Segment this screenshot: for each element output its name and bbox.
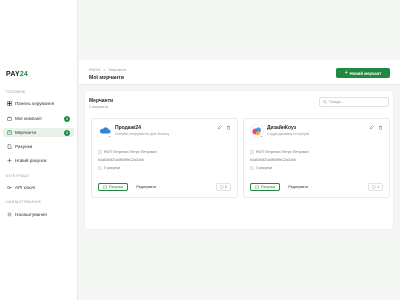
- count-badge: 1: [64, 115, 70, 122]
- edit-pencil-icon[interactable]: [369, 125, 374, 130]
- sidebar-item-new-invoice[interactable]: Новий рахунок: [3, 156, 74, 165]
- sidebar-item-api-keys[interactable]: API ключі: [3, 183, 74, 192]
- panel-subtitle: 2 мерчанти: [89, 105, 108, 109]
- card-actions: [369, 125, 383, 130]
- invoice-count[interactable]: 1: [367, 183, 383, 191]
- sidebar-item-dashboard[interactable]: Панель керування: [3, 99, 74, 108]
- sidebar-item-invoices[interactable]: Рахунки: [3, 142, 74, 151]
- breadcrumb-item-current: Мерчанти: [108, 68, 127, 72]
- plus-icon: [6, 158, 12, 164]
- merchant-owner: ФОП Петренко Петро Петрович: [250, 150, 309, 154]
- invoice-count-value: 0: [225, 185, 227, 189]
- sidebar-item-label: Рахунки: [15, 144, 33, 149]
- building-icon: [250, 150, 254, 154]
- section-title-integrations: ІНТЕГРАЦІЇ: [6, 174, 30, 178]
- document-icon: [220, 185, 223, 189]
- sidebar-item-companies[interactable]: Мої компанії 1: [3, 114, 74, 123]
- sidebar-item-label: Мерчанти: [15, 130, 37, 135]
- merchant-description: Студія дизайну інтер'єрів: [267, 132, 309, 136]
- breadcrumb-item-home[interactable]: PAY24: [89, 68, 100, 72]
- dashboard-icon: [6, 101, 12, 107]
- edit-pencil-icon[interactable]: [217, 125, 222, 130]
- invoice-count-value: 1: [377, 185, 379, 189]
- edit-button[interactable]: Редагувати: [134, 183, 158, 191]
- new-merchant-button[interactable]: + Новий мерчант: [336, 68, 390, 78]
- accounts-button[interactable]: Рахунки: [98, 183, 129, 191]
- merchant-id-text: 64a63b821d4f83f9b12a3c6b: [250, 158, 296, 162]
- breadcrumb-separator: >: [103, 68, 106, 72]
- merchant-id-text: 64a63b821d4f83f9b12a3c6b: [98, 158, 144, 162]
- plus-icon: +: [344, 69, 348, 76]
- merchant-accounts: 3 рахунки: [250, 166, 272, 170]
- merchant-owner-text: ФОП Петренко Петро Петрович: [103, 150, 157, 154]
- sidebar: PAY24 ГОЛОВНЕ Панель керування Мої компа…: [0, 0, 78, 300]
- merchant-owner-text: ФОП Петренко Петро Петрович: [255, 150, 309, 154]
- sidebar-item-label: Мої компанії: [15, 116, 42, 121]
- accounts-button[interactable]: Рахунки: [250, 183, 281, 191]
- merchant-id: 64a63b821d4f83f9b12a3c6b: [250, 158, 296, 162]
- count-badge: 2: [64, 129, 70, 136]
- merchant-description: Онлайн-інструменти для бізнесу: [115, 132, 170, 136]
- file-icon: [250, 166, 254, 170]
- breadcrumb: PAY24 > Мерчанти: [89, 68, 128, 72]
- search-placeholder: Пошук...: [329, 100, 344, 104]
- status-online-dot: [260, 135, 263, 138]
- search-input[interactable]: Пошук...: [319, 97, 389, 107]
- accounts-button-label: Рахунки: [261, 185, 276, 189]
- edit-button[interactable]: Редагувати: [286, 183, 310, 191]
- store-icon: [6, 130, 12, 136]
- wallet-icon: [255, 185, 259, 189]
- file-icon: [6, 144, 12, 150]
- wallet-icon: [103, 185, 107, 189]
- sidebar-item-settings[interactable]: Налаштування: [3, 210, 74, 219]
- page-title: Мої мерчанти: [89, 75, 124, 81]
- accounts-button-label: Рахунки: [109, 185, 124, 189]
- card-buttons: Рахунки Редагувати: [250, 183, 310, 191]
- new-merchant-button-label: Новий мерчант: [349, 70, 382, 76]
- merchant-accounts-text: 3 рахунки: [255, 166, 272, 170]
- status-online-dot: [108, 135, 111, 138]
- section-title-settings: НАЛАШТУВАННЯ: [6, 200, 41, 204]
- file-icon: [98, 166, 102, 170]
- sidebar-item-label: Панель керування: [15, 101, 55, 106]
- merchant-accounts: 0 рахунки: [98, 166, 120, 170]
- invoice-count[interactable]: 0: [215, 183, 231, 191]
- page-header: PAY24 > Мерчанти Мої мерчанти + Новий ме…: [79, 60, 400, 85]
- brand-logo-suffix: 24: [19, 71, 29, 78]
- sidebar-item-label: Налаштування: [15, 212, 47, 217]
- gear-icon: [6, 212, 12, 218]
- building-icon: [98, 150, 102, 154]
- merchants-panel: Мерчанти 2 мерчанти Пошук... Продажі24 О…: [84, 90, 394, 230]
- sidebar-item-merchants[interactable]: Мерчанти 2: [3, 128, 74, 137]
- briefcase-icon: [6, 116, 12, 122]
- merchant-card: Продажі24 Онлайн-інструменти для бізнесу…: [91, 118, 238, 198]
- merchant-owner: ФОП Петренко Петро Петрович: [98, 150, 157, 154]
- card-actions: [217, 125, 231, 130]
- sidebar-item-label: Новий рахунок: [15, 158, 47, 163]
- search-icon: [323, 100, 327, 104]
- trash-icon[interactable]: [226, 125, 231, 130]
- merchant-accounts-text: 0 рахунки: [103, 166, 120, 170]
- merchant-id: 64a63b821d4f83f9b12a3c6b: [98, 158, 144, 162]
- key-icon: [6, 185, 12, 191]
- brand-logo[interactable]: PAY24: [6, 71, 28, 78]
- merchant-name: ДизайнКоуз: [267, 125, 297, 131]
- merchant-card: ДизайнКоуз Студія дизайну інтер'єрів ФОП…: [243, 118, 390, 198]
- section-title-main: ГОЛОВНЕ: [6, 90, 26, 94]
- merchant-name: Продажі24: [115, 125, 142, 131]
- card-buttons: Рахунки Редагувати: [98, 183, 158, 191]
- brand-logo-prefix: PAY: [6, 71, 20, 78]
- document-icon: [372, 185, 375, 189]
- app-window: PAY24 ГОЛОВНЕ Панель керування Мої компа…: [0, 0, 400, 300]
- sidebar-item-label: API ключі: [15, 185, 36, 190]
- panel-title: Мерчанти: [89, 98, 114, 104]
- trash-icon[interactable]: [378, 125, 383, 130]
